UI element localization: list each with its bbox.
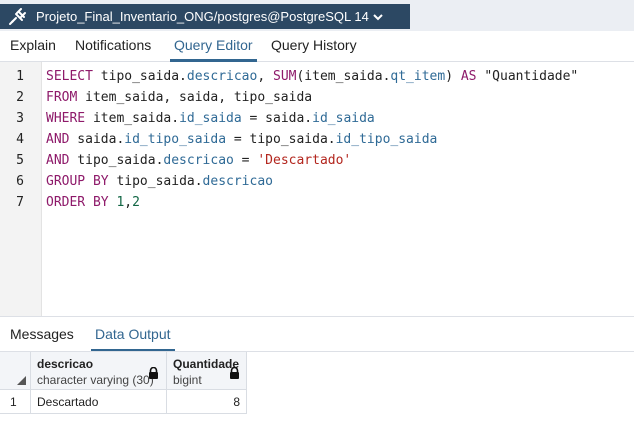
code-token: tipo_saida. — [69, 153, 164, 168]
editor-tabs: Explain Notifications Query Editor Query… — [0, 31, 634, 62]
code-token: id_tipo_saida — [335, 132, 438, 147]
code-token: descricao — [163, 153, 234, 168]
column-header-quantidade[interactable]: Quantidade bigint — [167, 352, 247, 390]
connection-title: Projeto_Final_Inventario_ONG/postgres@Po… — [36, 9, 369, 24]
code-token: , — [124, 195, 133, 210]
code-token: AS — [460, 69, 477, 84]
line-number: 7 — [16, 195, 24, 210]
tab-explain[interactable]: Explain — [10, 31, 56, 62]
code-token: ORDER BY — [46, 195, 109, 210]
lock-icon — [148, 366, 159, 384]
code-token: tipo_saida. — [108, 174, 203, 189]
table-cell[interactable]: 8 — [167, 390, 247, 414]
tab-query-history[interactable]: Query History — [271, 31, 357, 62]
code-token: 'Descartado' — [257, 153, 352, 168]
line-number: 2 — [16, 90, 24, 105]
select-all-icon — [17, 376, 26, 385]
line-number: 6 — [16, 174, 24, 189]
code-token: descricao — [202, 174, 273, 189]
top-bar: Projeto_Final_Inventario_ONG/postgres@Po… — [0, 0, 634, 31]
column-type: character varying (30) — [37, 373, 154, 387]
lock-icon — [229, 366, 240, 384]
code-token: FROM — [46, 90, 78, 105]
line-number-gutter: 1 2 3 4 5 6 7 — [0, 62, 42, 316]
code-line: AND tipo_saida.descricao = 'Descartado' — [46, 150, 578, 171]
line-number: 4 — [16, 132, 24, 147]
column-header-descricao[interactable]: descricao character varying (30) — [31, 352, 167, 390]
line-number: 3 — [16, 111, 24, 126]
tab-messages[interactable]: Messages — [10, 322, 74, 352]
code-line: ORDER BY 1,2 — [46, 192, 578, 213]
code-token: GROUP BY — [46, 174, 109, 189]
output-panel: Messages Data Output descricao character… — [0, 316, 634, 431]
code-token: saida. — [69, 132, 125, 147]
code-token: descricao — [186, 69, 258, 84]
code-token: "Quantidade" — [476, 69, 579, 84]
code-token: , — [257, 69, 273, 84]
tab-query-editor[interactable]: Query Editor — [170, 31, 257, 62]
code-line: WHERE item_saida.id_saida = saida.id_sai… — [46, 108, 578, 129]
row-number[interactable]: 1 — [0, 390, 31, 414]
sql-editor[interactable]: 1234567 SELECT tipo_saida.descricao, SUM… — [0, 62, 634, 316]
code-token: ) — [445, 69, 461, 84]
code-line: GROUP BY tipo_saida.descricao — [46, 171, 578, 192]
tab-data-output[interactable]: Data Output — [91, 322, 174, 352]
grid-corner[interactable] — [0, 352, 31, 390]
code-token: SELECT — [46, 69, 93, 84]
line-number: 1 — [16, 69, 24, 84]
table-cell[interactable]: Descartado — [31, 390, 167, 414]
code-token: tipo_saida. — [92, 69, 187, 84]
chevron-down-icon[interactable] — [373, 13, 383, 21]
code-token: 2 — [132, 195, 140, 210]
code-line: FROM item_saida, saida, tipo_saida — [46, 87, 578, 108]
connection-selector[interactable]: Projeto_Final_Inventario_ONG/postgres@Po… — [0, 4, 410, 29]
code-token: item_saida, saida, tipo_saida — [77, 90, 313, 105]
code-token: AND — [46, 153, 70, 168]
code-token: id_saida — [179, 111, 242, 126]
tab-notifications[interactable]: Notifications — [75, 31, 151, 62]
code-token: = — [233, 153, 258, 168]
column-name: descricao — [37, 357, 94, 371]
code-token: qt_item — [390, 69, 446, 84]
code-token: = tipo_saida. — [226, 132, 336, 147]
code-token: = saida. — [241, 111, 313, 126]
code-token: AND — [46, 132, 70, 147]
code-token: (item_saida. — [296, 69, 391, 84]
code-token: WHERE — [46, 111, 86, 126]
code-token: id_saida — [312, 111, 375, 126]
code-token: item_saida. — [85, 111, 180, 126]
code-line: AND saida.id_tipo_saida = tipo_saida.id_… — [46, 129, 578, 150]
plug-icon — [0, 4, 36, 29]
code-token: SUM — [273, 69, 297, 84]
line-number: 5 — [16, 153, 24, 168]
sql-code[interactable]: SELECT tipo_saida.descricao, SUM(item_sa… — [46, 66, 578, 213]
code-token: id_tipo_saida — [124, 132, 227, 147]
code-line: SELECT tipo_saida.descricao, SUM(item_sa… — [46, 66, 578, 87]
